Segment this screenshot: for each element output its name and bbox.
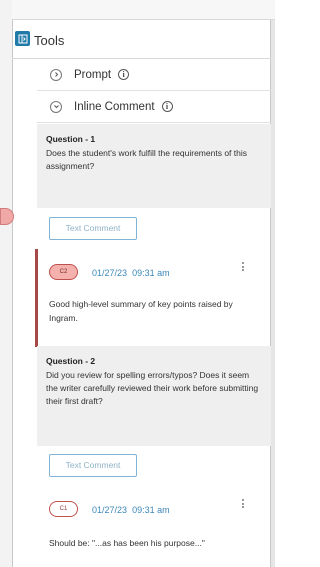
comment-date: 01/27/23 xyxy=(92,505,128,515)
info-icon[interactable]: i xyxy=(161,101,173,112)
text-comment-button[interactable]: Text Comment xyxy=(49,454,137,477)
comment-timestamp: 01/27/23 09:31 am xyxy=(92,268,170,278)
more-options-icon[interactable] xyxy=(241,262,245,271)
comment-date: 01/27/23 xyxy=(92,268,128,278)
comment-body: Good high-level summary of key points ra… xyxy=(49,299,233,323)
question-text: Did you review for spelling errors/typos… xyxy=(46,370,259,406)
panel-shadow xyxy=(271,20,275,567)
panel-collapse-glyph xyxy=(18,34,27,43)
accordion-inline-comment[interactable]: Inline Comment i xyxy=(37,91,271,123)
question-title: Question - 2 xyxy=(46,356,96,366)
question-block: Question - 2 Did you review for spelling… xyxy=(37,346,271,446)
chevron-right-icon xyxy=(50,68,62,81)
comment-chip[interactable]: C2 xyxy=(49,264,78,280)
comment-chip[interactable]: C1 xyxy=(49,501,78,517)
comment-time: 09:31 am xyxy=(132,505,170,515)
question-title: Question - 1 xyxy=(46,134,96,144)
accordion-inline-comment-label: Inline Comment xyxy=(74,100,155,113)
chevron-down-icon xyxy=(50,100,62,113)
more-options-icon[interactable] xyxy=(241,499,245,508)
accordion-prompt-label: Prompt xyxy=(74,68,112,81)
top-strip xyxy=(0,0,275,20)
tools-title: Tools xyxy=(34,33,65,48)
comment-body: Should be: "...as has been his purpose..… xyxy=(49,538,205,548)
text-comment-button[interactable]: Text Comment xyxy=(49,217,137,240)
left-rail xyxy=(0,0,12,567)
comment-time: 09:31 am xyxy=(132,268,170,278)
comment-timestamp: 01/27/23 09:31 am xyxy=(92,505,170,515)
selected-comment-indicator xyxy=(35,249,38,347)
question-block: Question - 1 Does the student's work ful… xyxy=(37,124,271,208)
panel-collapse-icon[interactable] xyxy=(15,31,30,46)
accordion-prompt[interactable]: Prompt i xyxy=(37,59,271,91)
question-text: Does the student's work fulfill the requ… xyxy=(46,148,247,171)
info-icon[interactable]: i xyxy=(118,69,130,80)
